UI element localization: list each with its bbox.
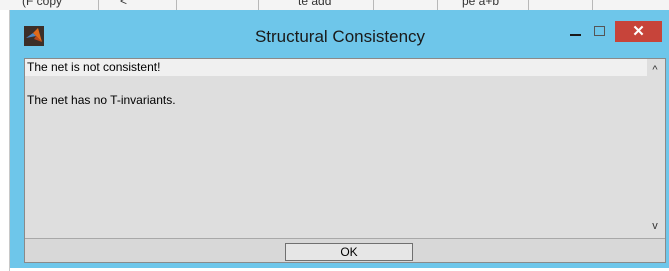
background-window-edge: [0, 10, 10, 271]
message-listbox[interactable]: The net is not consistent! The net has n…: [25, 59, 665, 239]
title-bar[interactable]: Structural Consistency ✕: [10, 10, 669, 58]
separator: [98, 0, 99, 10]
background-text-fragment: <: [120, 0, 128, 8]
dialog-content: The net is not consistent! The net has n…: [24, 58, 666, 263]
separator: [592, 0, 593, 10]
background-text-fragment: pe a+b: [462, 0, 500, 8]
separator: [258, 0, 259, 10]
message-line[interactable]: The net has no T-invariants.: [25, 92, 627, 108]
separator: [437, 0, 438, 10]
ok-button[interactable]: OK: [285, 243, 413, 261]
scroll-down-arrow-icon[interactable]: v: [648, 219, 662, 233]
separator: [373, 0, 374, 10]
separator: [176, 0, 177, 10]
separator: [528, 0, 529, 10]
maximize-button[interactable]: [591, 22, 609, 40]
close-button[interactable]: ✕: [615, 21, 662, 42]
background-window-toolbar: (F copy < te add pe a+b: [0, 0, 669, 10]
structural-consistency-dialog: Structural Consistency ✕ The net is not …: [10, 10, 669, 268]
message-line[interactable]: The net is not consistent!: [25, 59, 647, 76]
minimize-button[interactable]: [566, 22, 584, 40]
background-text-fragment: te add: [298, 0, 332, 8]
background-text-fragment: (F copy: [22, 0, 63, 8]
scroll-up-arrow-icon[interactable]: ^: [648, 63, 662, 77]
